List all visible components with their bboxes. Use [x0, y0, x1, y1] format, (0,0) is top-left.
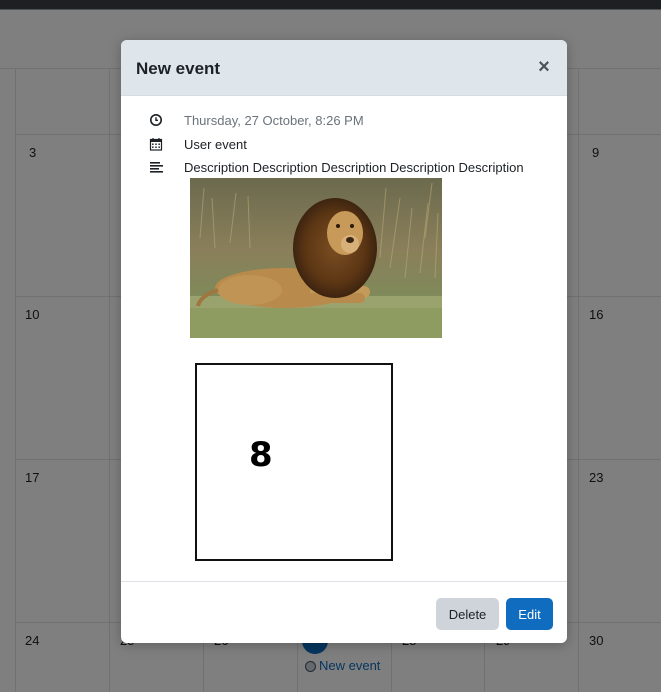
lion-photo — [190, 178, 442, 338]
figure-image: 8 — [195, 363, 393, 561]
edit-button[interactable]: Edit — [506, 598, 553, 630]
modal-title: New event — [136, 59, 221, 78]
event-type-row: User event — [121, 137, 567, 155]
event-details-modal: New event × Thursday, 27 October, 8:26 P… — [121, 40, 567, 643]
delete-button[interactable]: Delete — [436, 598, 499, 630]
event-datetime: Thursday, 27 October, 8:26 PM — [184, 113, 364, 128]
event-datetime-row: Thursday, 27 October, 8:26 PM — [121, 113, 567, 131]
event-description-row: Description Description Description Desc… — [121, 160, 567, 178]
close-icon[interactable]: × — [533, 54, 555, 80]
modal-header: New event × — [121, 40, 567, 96]
event-description: Description Description Description Desc… — [184, 160, 524, 175]
event-type: User event — [184, 137, 247, 152]
clock-icon — [150, 114, 162, 126]
calendar-icon — [149, 138, 163, 151]
modal-footer: Delete Edit — [121, 581, 567, 643]
figure-number: 8 — [249, 435, 273, 475]
description-lines-icon — [150, 162, 163, 173]
